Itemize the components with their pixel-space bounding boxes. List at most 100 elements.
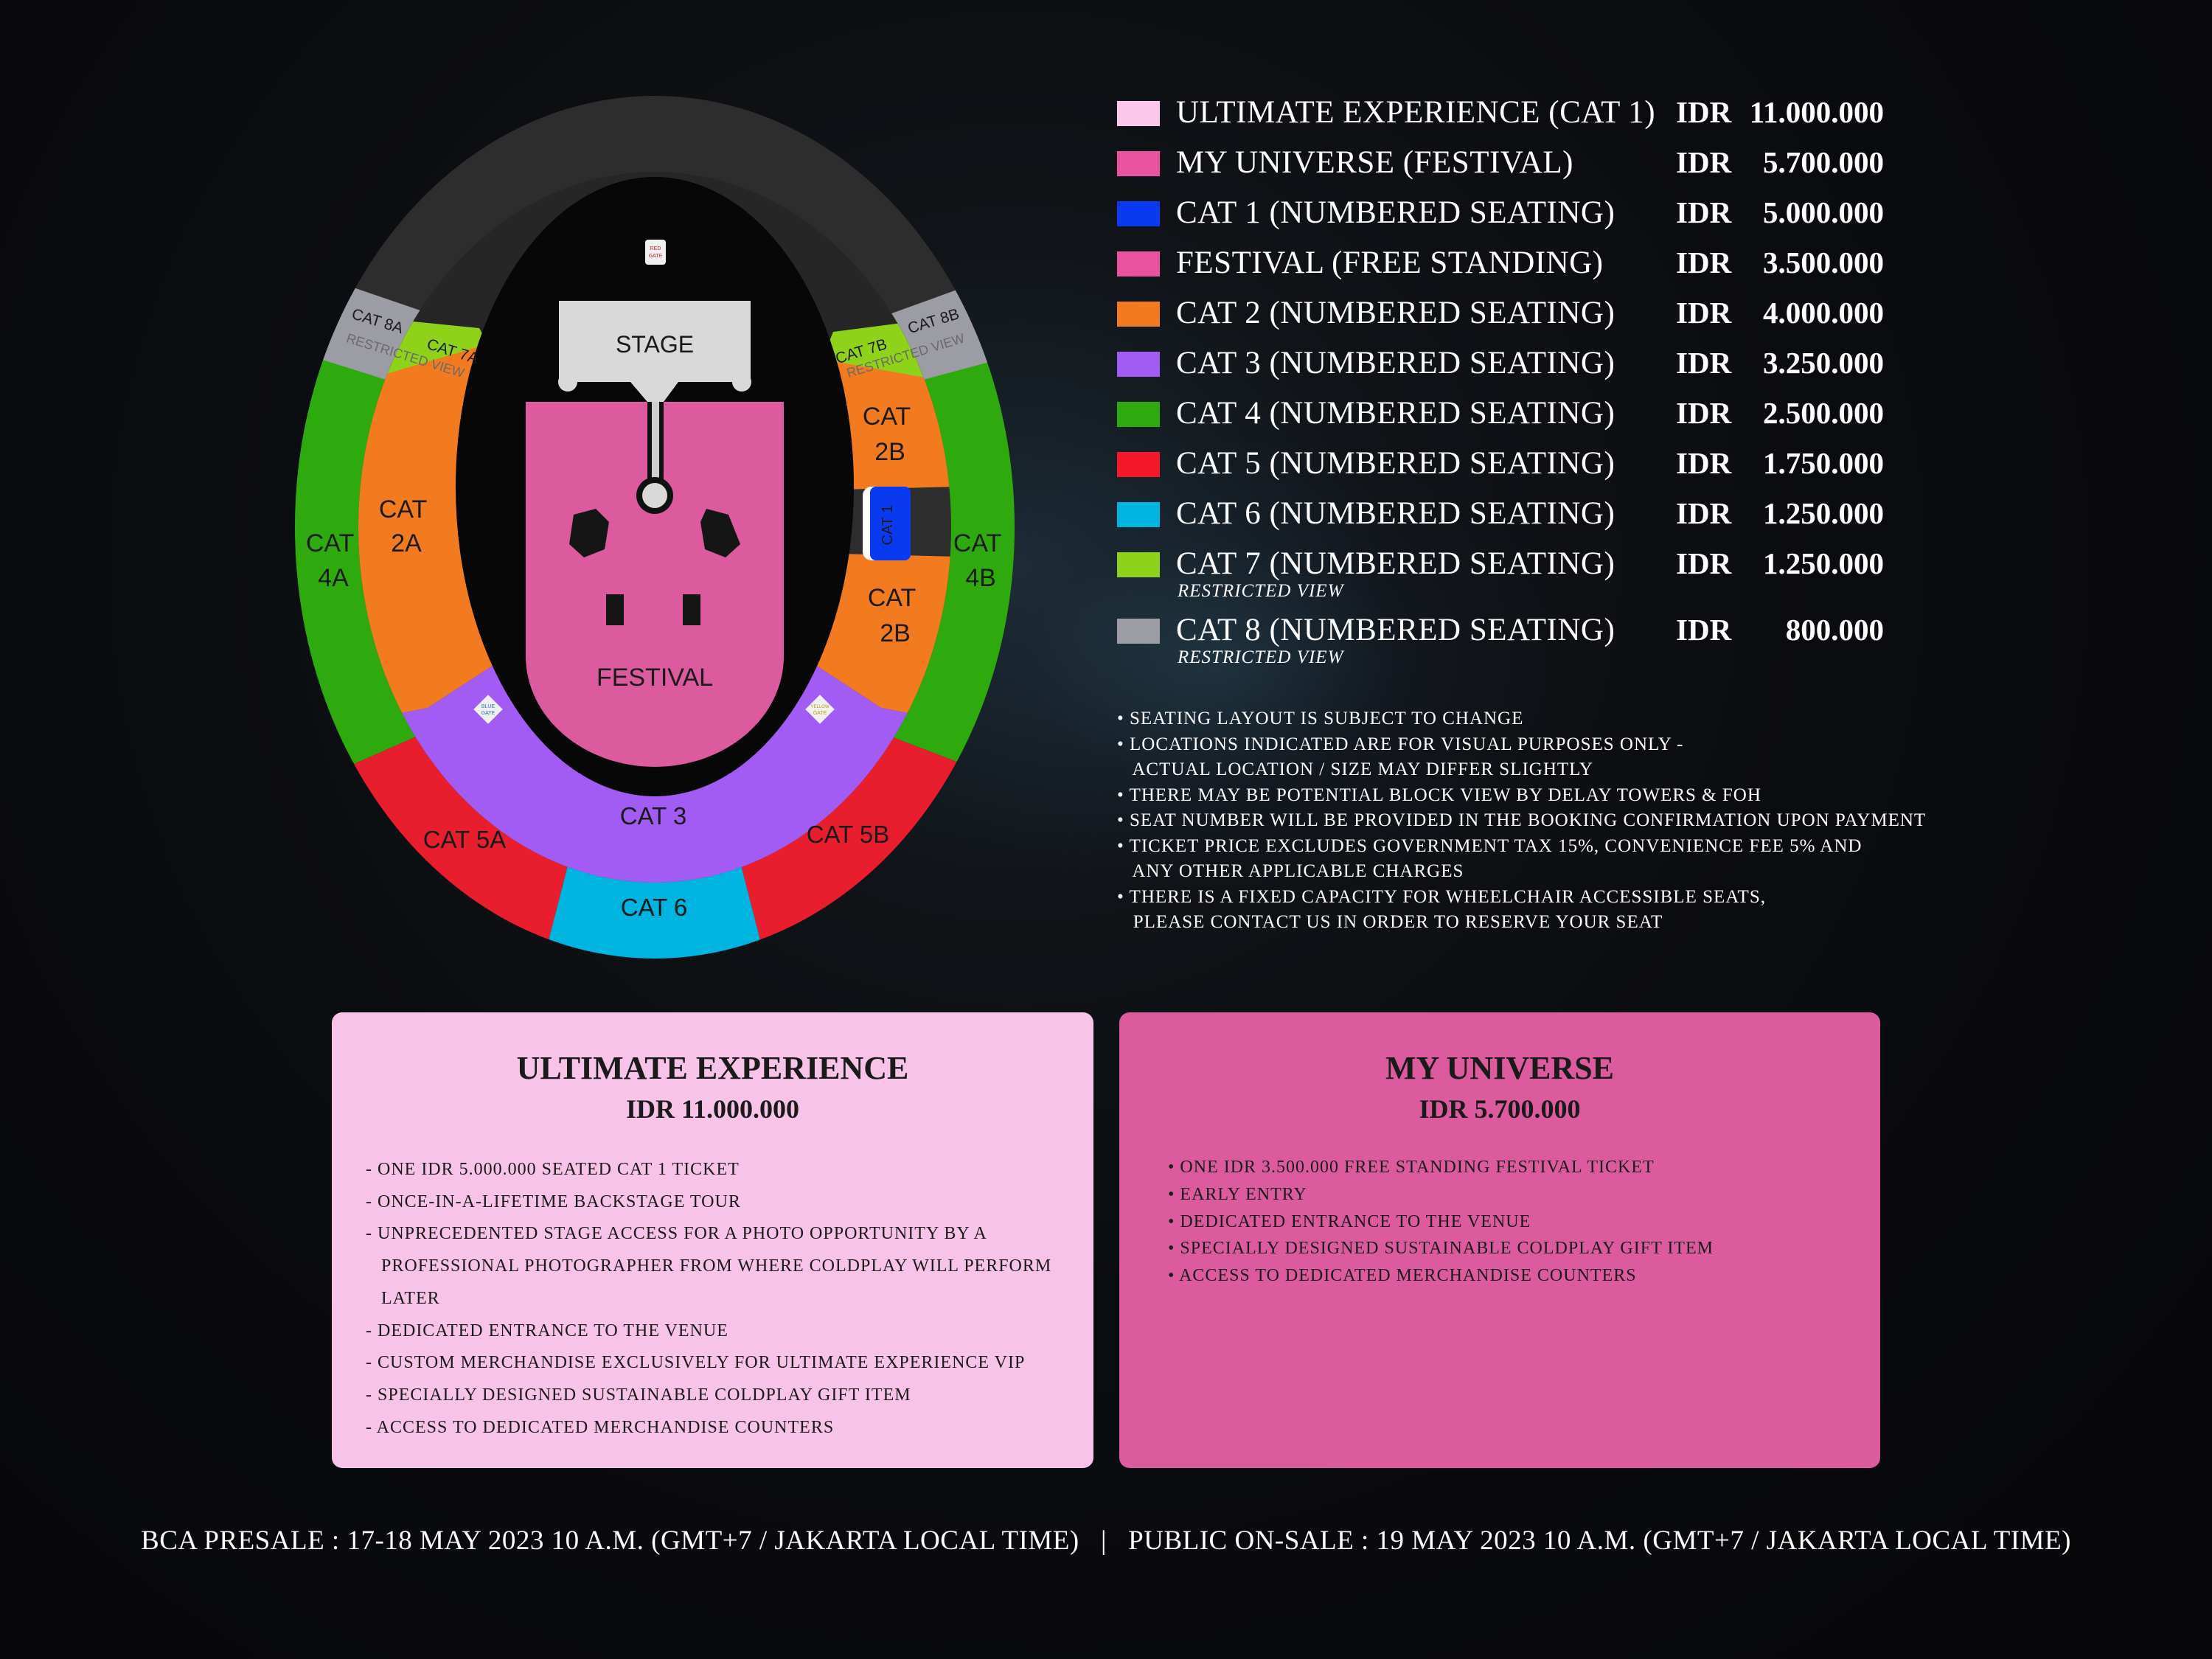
legend-currency: IDR — [1676, 546, 1732, 580]
benefit-item: - ONCE-IN-A-LIFETIME BACKSTAGE TOUR — [366, 1192, 741, 1211]
legend-restricted-note: RESTRICTED VIEW — [1178, 581, 1344, 601]
benefit-item: - ONE IDR 5.000.000 SEATED CAT 1 TICKET — [366, 1160, 740, 1179]
notes-list: • SEATING LAYOUT IS SUBJECT TO CHANGE • … — [1117, 706, 2002, 936]
legend-name: CAT 2 (NUMBERED SEATING) — [1176, 296, 1615, 330]
card-title: ULTIMATE EXPERIENCE — [516, 1050, 909, 1086]
note-line: • THERE IS A FIXED CAPACITY FOR WHEELCHA… — [1117, 886, 1766, 907]
red-gate: RED GATE — [645, 240, 666, 265]
legend-currency: IDR — [1676, 95, 1732, 129]
legend-restricted-note: RESTRICTED VIEW — [1178, 647, 1344, 667]
note-line: • SEAT NUMBER WILL BE PROVIDED IN THE BO… — [1117, 810, 1927, 830]
legend-name: MY UNIVERSE (FESTIVAL) — [1176, 145, 1573, 180]
legend-name: ULTIMATE EXPERIENCE (CAT 1) — [1176, 95, 1656, 130]
presale-info: BCA PRESALE : 17-18 MAY 2023 10 A.M. (GM… — [141, 1526, 1079, 1556]
note-line: ANY OTHER APPLICABLE CHARGES — [1117, 861, 1464, 881]
label-cat1: CAT 1 — [880, 505, 896, 546]
svg-text:BLUE: BLUE — [481, 704, 495, 709]
card-price: IDR 5.700.000 — [1419, 1094, 1581, 1124]
legend-row: CAT 4 (NUMBERED SEATING) IDR 2.500.000 — [1117, 395, 1928, 445]
legend-swatch — [1117, 251, 1160, 276]
ultimate-experience-card: ULTIMATE EXPERIENCE IDR 11.000.000 - ONE… — [332, 1012, 1093, 1468]
benefit-item: - ACCESS TO DEDICATED MERCHANDISE COUNTE… — [366, 1417, 835, 1437]
legend-swatch — [1117, 151, 1160, 176]
legend-currency: IDR — [1676, 145, 1732, 179]
benefit-item: - CUSTOM MERCHANDISE EXCLUSIVELY FOR ULT… — [366, 1353, 1026, 1373]
note-line: PLEASE CONTACT US IN ORDER TO RESERVE YO… — [1117, 912, 1663, 932]
legend-price: 1.250.000 — [1763, 546, 1884, 580]
legend-row: CAT 7 (NUMBERED SEATING) IDR 1.250.000 R… — [1117, 546, 1928, 612]
legend-swatch — [1117, 402, 1160, 427]
benefit-item: • EARLY ENTRY — [1168, 1184, 1307, 1204]
legend-price: 3.250.000 — [1763, 346, 1884, 380]
svg-text:YELLOW: YELLOW — [810, 705, 829, 709]
benefit-item: • ACCESS TO DEDICATED MERCHANDISE COUNTE… — [1168, 1266, 1637, 1286]
foh-left — [606, 594, 624, 625]
sale-dates-footer: BCA PRESALE : 17-18 MAY 2023 10 A.M. (GM… — [0, 1525, 2212, 1557]
svg-text:GATE: GATE — [481, 711, 495, 716]
legend-swatch — [1117, 302, 1160, 327]
note-line: • SEATING LAYOUT IS SUBJECT TO CHANGE — [1117, 709, 1524, 728]
legend-swatch — [1117, 352, 1160, 377]
legend-name: CAT 3 (NUMBERED SEATING) — [1176, 346, 1615, 380]
legend-row: ULTIMATE EXPERIENCE (CAT 1) IDR 11.000.0… — [1117, 94, 1928, 145]
legend-price: 4.000.000 — [1763, 296, 1884, 330]
legend-currency: IDR — [1676, 496, 1732, 530]
label-cat3: CAT 3 — [620, 802, 686, 830]
footer-separator: | — [1100, 1526, 1107, 1556]
svg-text:RED: RED — [650, 246, 661, 251]
legend-currency: IDR — [1676, 195, 1732, 229]
legend-swatch — [1117, 101, 1160, 126]
legend-name: CAT 8 (NUMBERED SEATING) — [1176, 613, 1615, 647]
note-line: • THERE MAY BE POTENTIAL BLOCK VIEW BY D… — [1117, 785, 1761, 805]
legend-currency: IDR — [1676, 346, 1732, 380]
legend-price: 5.000.000 — [1763, 195, 1884, 229]
benefit-item: PROFESSIONAL PHOTOGRAPHER FROM WHERE COL… — [366, 1256, 1052, 1276]
svg-text:GATE: GATE — [813, 711, 827, 716]
label-cat6: CAT 6 — [621, 894, 687, 921]
benefit-item: - UNPRECEDENTED STAGE ACCESS FOR A PHOTO… — [366, 1224, 987, 1244]
seat-map: STAGE RED GATE BLUE GATE YELLOW GATE FES… — [295, 96, 1015, 959]
benefit-item: • ONE IDR 3.500.000 FREE STANDING FESTIV… — [1168, 1158, 1655, 1177]
benefit-item: - SPECIALLY DESIGNED SUSTAINABLE COLDPLA… — [366, 1385, 911, 1405]
legend-name: CAT 6 (NUMBERED SEATING) — [1176, 496, 1615, 531]
legend-swatch — [1117, 619, 1160, 644]
legend-name: CAT 4 (NUMBERED SEATING) — [1176, 396, 1615, 431]
legend-price: 2.500.000 — [1763, 396, 1884, 430]
legend-price: 1.750.000 — [1763, 446, 1884, 480]
legend-swatch — [1117, 452, 1160, 477]
legend-price: 11.000.000 — [1749, 95, 1884, 129]
legend-row: MY UNIVERSE (FESTIVAL) IDR 5.700.000 — [1117, 145, 1928, 195]
stage-label: STAGE — [616, 331, 694, 358]
legend-row: CAT 2 (NUMBERED SEATING) IDR 4.000.000 — [1117, 295, 1928, 345]
legend-swatch — [1117, 502, 1160, 527]
legend-name: CAT 1 (NUMBERED SEATING) — [1176, 195, 1615, 230]
benefit-item: - DEDICATED ENTRANCE TO THE VENUE — [366, 1321, 728, 1340]
note-line: ACTUAL LOCATION / SIZE MAY DIFFER SLIGHT… — [1117, 759, 1593, 779]
benefit-item: • DEDICATED ENTRANCE TO THE VENUE — [1168, 1211, 1531, 1231]
legend-row: CAT 5 (NUMBERED SEATING) IDR 1.750.000 — [1117, 445, 1928, 495]
legend-name: CAT 5 (NUMBERED SEATING) — [1176, 446, 1615, 481]
legend-row: CAT 8 (NUMBERED SEATING) IDR 800.000 RES… — [1117, 612, 1928, 678]
card-price: IDR 11.000.000 — [625, 1094, 800, 1124]
legend-row: FESTIVAL (FREE STANDING) IDR 3.500.000 — [1117, 245, 1928, 295]
label-cat5a: CAT 5A — [423, 826, 507, 853]
benefits-list: - ONE IDR 5.000.000 SEATED CAT 1 TICKET … — [366, 1154, 1064, 1444]
legend-currency: IDR — [1676, 446, 1732, 480]
legend-price: 5.700.000 — [1763, 145, 1884, 179]
benefit-item: LATER — [366, 1288, 440, 1308]
legend-price: 1.250.000 — [1763, 496, 1884, 530]
legend-price: 3.500.000 — [1763, 246, 1884, 279]
label-cat5b: CAT 5B — [807, 821, 890, 848]
legend-row: CAT 6 (NUMBERED SEATING) IDR 1.250.000 — [1117, 495, 1928, 546]
benefits-list: • ONE IDR 3.500.000 FREE STANDING FESTIV… — [1168, 1154, 1851, 1290]
legend-row: CAT 3 (NUMBERED SEATING) IDR 3.250.000 — [1117, 345, 1928, 395]
label-festival: FESTIVAL — [597, 664, 713, 692]
card-title: MY UNIVERSE — [1385, 1050, 1615, 1086]
onsale-info: PUBLIC ON-SALE : 19 MAY 2023 10 A.M. (GM… — [1128, 1526, 2071, 1556]
legend-name: CAT 7 (NUMBERED SEATING) — [1176, 546, 1615, 581]
price-legend: ULTIMATE EXPERIENCE (CAT 1) IDR 11.000.0… — [1117, 94, 1928, 678]
legend-name: FESTIVAL (FREE STANDING) — [1176, 246, 1604, 280]
legend-currency: IDR — [1676, 396, 1732, 430]
svg-text:GATE: GATE — [649, 254, 663, 259]
legend-swatch — [1117, 552, 1160, 577]
